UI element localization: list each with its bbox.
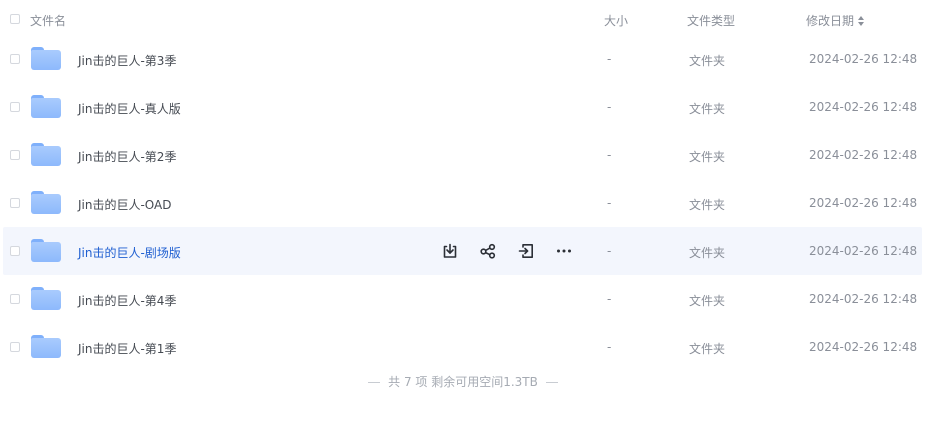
- file-name[interactable]: Jin击的巨人-第3季: [78, 52, 176, 69]
- download-button[interactable]: [438, 239, 462, 263]
- folder-icon: [31, 239, 61, 262]
- table-row-hovered[interactable]: Jin击的巨人-剧场版 - 文件夹 2024-02-26 12:48: [0, 227, 928, 275]
- row-checkbox[interactable]: [10, 102, 20, 112]
- file-name[interactable]: Jin击的巨人-真人版: [78, 100, 181, 117]
- file-name[interactable]: Jin击的巨人-OAD: [78, 196, 172, 213]
- column-header-date-label: 修改日期: [806, 14, 855, 28]
- table-row[interactable]: Jin击的巨人-第1季 - 文件夹 2024-02-26 12:48: [0, 323, 928, 371]
- file-date: 2024-02-26 12:48: [809, 340, 918, 354]
- file-date: 2024-02-26 12:48: [809, 244, 918, 258]
- row-checkbox[interactable]: [10, 294, 20, 304]
- folder-icon: [31, 335, 61, 358]
- file-type: 文件夹: [689, 246, 726, 260]
- file-name[interactable]: Jin击的巨人-第1季: [78, 340, 176, 357]
- file-size: -: [607, 52, 612, 66]
- file-type: 文件夹: [689, 54, 726, 68]
- more-icon: [557, 249, 571, 253]
- file-type: 文件夹: [689, 342, 726, 356]
- file-date: 2024-02-26 12:48: [809, 100, 918, 114]
- file-date: 2024-02-26 12:48: [809, 292, 918, 306]
- row-checkbox[interactable]: [10, 54, 20, 64]
- column-header-date[interactable]: 修改日期: [806, 12, 865, 29]
- file-date: 2024-02-26 12:48: [809, 196, 918, 210]
- file-size: -: [607, 292, 612, 306]
- share-icon: [480, 243, 496, 259]
- file-type: 文件夹: [689, 198, 726, 212]
- footer-divider-right: [545, 382, 558, 383]
- row-checkbox[interactable]: [10, 342, 20, 352]
- table-row[interactable]: Jin击的巨人-第4季 - 文件夹 2024-02-26 12:48: [0, 275, 928, 323]
- row-checkbox[interactable]: [10, 150, 20, 160]
- file-size: -: [607, 148, 612, 162]
- file-type: 文件夹: [689, 294, 726, 308]
- share-button[interactable]: [476, 239, 500, 263]
- select-all-checkbox[interactable]: [10, 14, 20, 24]
- sort-icon[interactable]: [858, 15, 865, 26]
- table-row[interactable]: Jin击的巨人-第3季 - 文件夹 2024-02-26 12:48: [0, 35, 928, 83]
- file-date: 2024-02-26 12:48: [809, 148, 918, 162]
- folder-icon: [31, 143, 61, 166]
- file-type: 文件夹: [689, 150, 726, 164]
- download-icon: [443, 243, 457, 258]
- table-row[interactable]: Jin击的巨人-第2季 - 文件夹 2024-02-26 12:48: [0, 131, 928, 179]
- row-checkbox[interactable]: [10, 246, 20, 256]
- column-header-size[interactable]: 大小: [604, 12, 628, 29]
- file-name[interactable]: Jin击的巨人-第2季: [78, 148, 176, 165]
- file-name[interactable]: Jin击的巨人-剧场版: [78, 244, 181, 261]
- file-size: -: [607, 244, 612, 258]
- list-footer: 共 7 项 剩余可用空间1.3TB: [0, 373, 926, 390]
- table-row[interactable]: Jin击的巨人-真人版 - 文件夹 2024-02-26 12:48: [0, 83, 928, 131]
- file-size: -: [607, 340, 612, 354]
- move-button[interactable]: [514, 239, 538, 263]
- folder-icon: [31, 191, 61, 214]
- file-size: -: [607, 196, 612, 210]
- file-date: 2024-02-26 12:48: [809, 52, 918, 66]
- footer-divider-left: [368, 382, 381, 383]
- footer-summary: 共 7 项 剩余可用空间1.3TB: [388, 375, 538, 389]
- file-list-header: 文件名 大小 文件类型 修改日期: [0, 0, 928, 38]
- move-icon: [518, 244, 533, 258]
- folder-icon: [31, 287, 61, 310]
- more-button[interactable]: [552, 239, 576, 263]
- folder-icon: [31, 47, 61, 70]
- file-list: Jin击的巨人-第3季 - 文件夹 2024-02-26 12:48 Jin击的…: [0, 35, 928, 371]
- file-size: -: [607, 100, 612, 114]
- folder-icon: [31, 95, 61, 118]
- file-name[interactable]: Jin击的巨人-第4季: [78, 292, 176, 309]
- file-type: 文件夹: [689, 102, 726, 116]
- row-actions: [438, 239, 576, 263]
- row-checkbox[interactable]: [10, 198, 20, 208]
- column-header-name[interactable]: 文件名: [30, 12, 66, 29]
- table-row[interactable]: Jin击的巨人-OAD - 文件夹 2024-02-26 12:48: [0, 179, 928, 227]
- column-header-type[interactable]: 文件类型: [687, 12, 735, 29]
